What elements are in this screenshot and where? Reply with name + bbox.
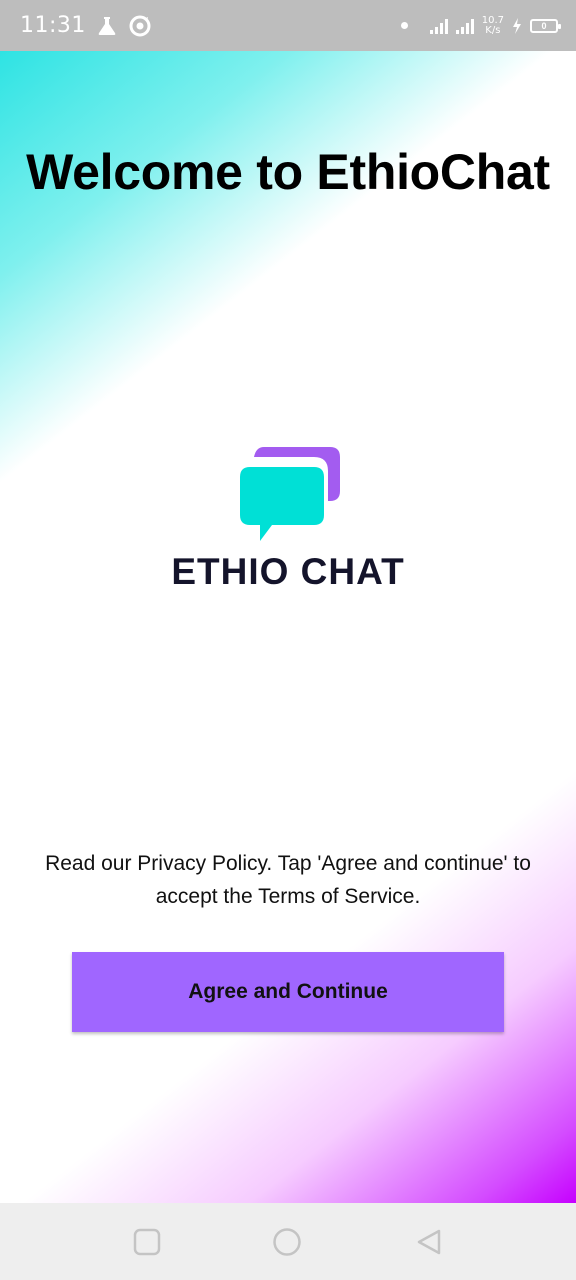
network-speed-value: 10.7 [481,14,504,26]
status-right-icons: 10.7 K/s 0 [400,14,561,36]
sync-icon [129,15,151,36]
status-left-icons [96,14,152,38]
status-bar: 11:31 10.7 K/s 0 [0,0,576,51]
battery-icon: 0 [530,18,561,33]
agree-and-continue-button[interactable]: Agree and Continue [72,952,504,1032]
signal-sim1-icon [429,18,448,34]
notification-dot-icon [400,22,408,29]
logo-text: ETHIO CHAT [171,551,405,592]
navigation-bar [0,1203,576,1280]
privacy-policy-text[interactable]: Read our Privacy Policy. Tap 'Agree and … [30,847,546,913]
back-triangle-icon[interactable] [414,1227,444,1257]
signal-sim2-icon [455,18,474,34]
flask-icon [98,16,116,35]
recents-square-icon[interactable] [132,1227,162,1257]
network-speed-unit: K/s [485,24,501,36]
network-speed: 10.7 K/s [481,14,504,36]
page-title: Welcome to EthioChat [26,144,550,200]
charging-bolt-icon [513,17,521,34]
battery-level: 0 [541,20,547,31]
status-time: 11:31 [20,13,86,38]
welcome-screen: Welcome to EthioChat ETHIO CHAT Read our… [0,51,576,1203]
home-circle-icon[interactable] [272,1227,302,1257]
